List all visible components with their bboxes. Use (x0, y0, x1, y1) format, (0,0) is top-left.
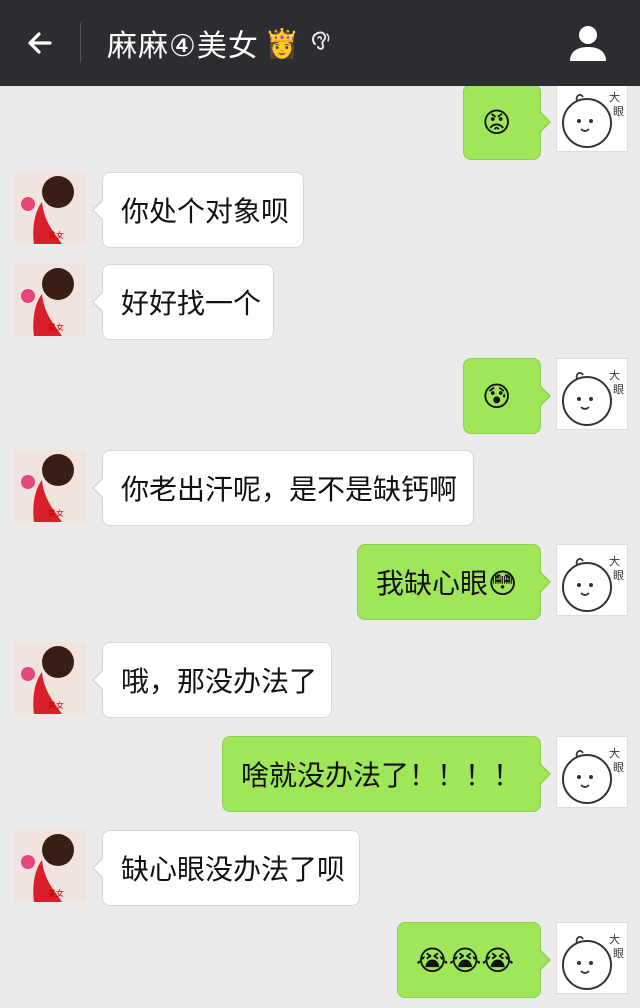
message-text: 你老出汗呢，是不是缺钙啊 (121, 473, 458, 506)
chat-title: 麻麻④美女 👸 (107, 21, 331, 65)
back-button[interactable] (0, 0, 80, 86)
svg-text:眼: 眼 (613, 947, 624, 960)
message-text: 哦，那没办法了 (121, 665, 318, 698)
svg-text:美女: 美女 (48, 700, 64, 710)
message-bubble-sent[interactable]: 我缺心眼😳 (357, 544, 551, 620)
svg-text:大: 大 (609, 932, 620, 946)
svg-text:大: 大 (609, 554, 620, 568)
svg-text:大: 大 (609, 746, 620, 760)
message-bubble-received[interactable]: 好好找一个 (92, 264, 274, 340)
my-avatar[interactable]: 大 眼 (556, 358, 628, 430)
svg-text:大: 大 (609, 90, 620, 104)
message-text: 好好找一个 (121, 287, 262, 320)
svg-text:美女: 美女 (48, 230, 64, 240)
svg-text:眼: 眼 (613, 105, 624, 118)
svg-text:美女: 美女 (48, 508, 64, 518)
contact-avatar[interactable]: 美女 (14, 264, 86, 336)
svg-text:大: 大 (609, 368, 620, 382)
message-text: 😡 (482, 105, 512, 139)
contact-avatar[interactable]: 美女 (14, 450, 86, 522)
contact-avatar[interactable]: 美女 (14, 172, 86, 244)
my-avatar[interactable]: 大 眼 (556, 86, 628, 152)
message-text: 😭😭😭 (416, 943, 515, 977)
profile-button[interactable] (566, 21, 610, 65)
message-bubble-sent[interactable]: 😭😭😭 (397, 922, 551, 998)
ear-icon (309, 29, 331, 57)
chat-area[interactable]: 😡 大 眼 美女 你处个对象呗 美女 好好找一个 😰 大 眼 美女 你老出汗呢，… (0, 86, 640, 1008)
contact-avatar[interactable]: 美女 (14, 642, 86, 714)
message-text: 我缺心眼😳 (376, 567, 518, 600)
message-text: 你处个对象呗 (121, 195, 290, 228)
message-bubble-received[interactable]: 你老出汗呢，是不是缺钙啊 (92, 450, 474, 526)
my-avatar[interactable]: 大 眼 (556, 544, 628, 616)
message-text: 啥就没办法了！！！！ (241, 759, 522, 792)
message-text: 😰 (482, 379, 512, 413)
message-bubble-received[interactable]: 你处个对象呗 (92, 172, 304, 248)
chat-header: 麻麻④美女 👸 (0, 0, 640, 86)
message-bubble-sent[interactable]: 😰 (463, 358, 551, 434)
message-text: 缺心眼没办法了呗 (121, 853, 346, 886)
svg-text:眼: 眼 (613, 569, 624, 582)
svg-text:美女: 美女 (48, 322, 64, 332)
message-bubble-received[interactable]: 缺心眼没办法了呗 (92, 830, 360, 906)
header-divider (80, 23, 81, 63)
svg-text:美女: 美女 (48, 888, 64, 898)
svg-text:眼: 眼 (613, 383, 624, 396)
message-bubble-received[interactable]: 哦，那没办法了 (92, 642, 332, 718)
contact-avatar[interactable]: 美女 (14, 830, 86, 902)
person-icon (570, 26, 606, 61)
message-bubble-sent[interactable]: 啥就没办法了！！！！ (222, 736, 551, 812)
svg-text:眼: 眼 (613, 761, 624, 774)
my-avatar[interactable]: 大 眼 (556, 922, 628, 994)
arrow-left-icon (28, 32, 52, 54)
chat-title-text: 麻麻④美女 (107, 29, 259, 64)
crown-woman-emoji-icon: 👸 (264, 26, 301, 60)
my-avatar[interactable]: 大 眼 (556, 736, 628, 808)
message-bubble-sent[interactable]: 😡 (463, 86, 551, 160)
